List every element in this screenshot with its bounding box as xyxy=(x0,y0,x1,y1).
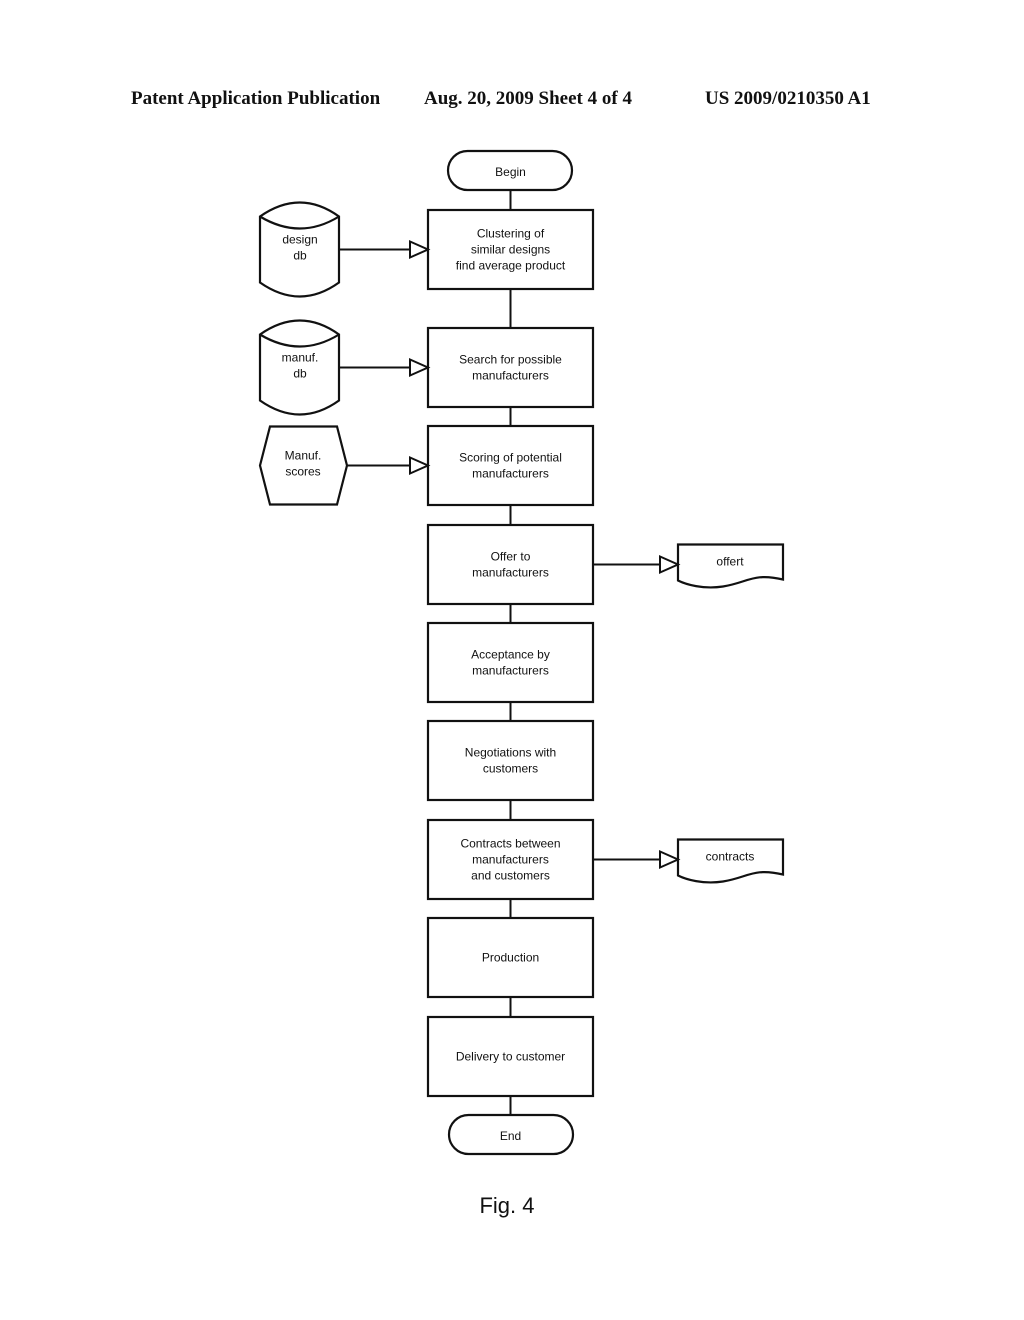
input-manuf-scores: Manuf. scores xyxy=(258,425,349,506)
hexagon-label-line: Manuf. xyxy=(285,449,322,463)
begin-terminator: Begin xyxy=(446,149,574,192)
end-label: End xyxy=(500,1129,521,1143)
process-step-negotiations: Negotiations with customers xyxy=(426,719,595,802)
document-label-line: contracts xyxy=(706,850,755,864)
output-contracts-doc: contracts xyxy=(676,838,785,884)
process-label-line: and customers xyxy=(471,869,550,883)
process-step-production: Production xyxy=(426,916,595,999)
process-label-line: similar designs xyxy=(471,243,550,257)
process-label-line: manufacturers xyxy=(472,467,549,481)
database-label-line: db xyxy=(293,249,307,263)
input-design-db: design db xyxy=(258,201,341,298)
process-label-line: manufacturers xyxy=(472,853,549,867)
arrow-head-icon xyxy=(409,357,431,378)
process-box xyxy=(426,424,595,507)
flowchart-diagram: Begin End Clustering of similar designs find… xyxy=(258,149,785,1218)
hexagon-label-line: scores xyxy=(285,465,320,479)
end-terminator: End xyxy=(447,1113,575,1156)
process-label-line: Offer to xyxy=(491,550,531,564)
arrow-head-icon xyxy=(659,849,681,870)
database-label-line: db xyxy=(293,367,307,381)
database-label-line: design xyxy=(282,233,317,247)
process-label-line: customers xyxy=(483,762,538,776)
process-label-line: Scoring of potential xyxy=(459,451,562,465)
process-label-line: manufacturers xyxy=(472,369,549,383)
process-label-line: Clustering of xyxy=(477,227,545,241)
flowchart-shapes: Begin End Clustering of similar designs find… xyxy=(258,149,785,1156)
input-manuf-db: manuf. db xyxy=(258,319,341,416)
process-label-line: manufacturers xyxy=(472,566,549,580)
figure-caption: Fig. 4 xyxy=(479,1193,534,1218)
output-offert-doc: offert xyxy=(676,543,785,589)
process-label-line: Delivery to customer xyxy=(456,1050,565,1064)
process-label-line: Contracts between xyxy=(460,837,560,851)
process-box xyxy=(426,719,595,802)
process-label-line: Negotiations with xyxy=(465,746,556,760)
process-step-contracts: Contracts between manufacturers and custom… xyxy=(426,818,595,901)
process-label-line: Acceptance by xyxy=(471,648,550,662)
process-step-scoring: Scoring of potential manufacturers xyxy=(426,424,595,507)
begin-label: Begin xyxy=(495,165,526,179)
process-label-line: manufacturers xyxy=(472,664,549,678)
arrow-head-icon xyxy=(409,239,431,260)
database-label-line: manuf. xyxy=(282,351,319,365)
arrow-head-icon xyxy=(659,554,681,575)
process-box xyxy=(426,523,595,606)
process-label-line: Search for possible xyxy=(459,353,562,367)
process-step-clustering: Clustering of similar designs find average… xyxy=(426,208,595,291)
document-label-line: offert xyxy=(716,555,744,569)
arrow-head-icon xyxy=(409,455,431,476)
process-step-offer: Offer to manufacturers xyxy=(426,523,595,606)
process-label-line: Production xyxy=(482,951,539,965)
process-step-acceptance: Acceptance by manufacturers xyxy=(426,621,595,704)
process-step-delivery: Delivery to customer xyxy=(426,1015,595,1098)
process-box xyxy=(426,621,595,704)
process-label-line: find average product xyxy=(456,259,566,273)
process-step-search: Search for possible manufacturers xyxy=(426,326,595,409)
process-box xyxy=(426,326,595,409)
